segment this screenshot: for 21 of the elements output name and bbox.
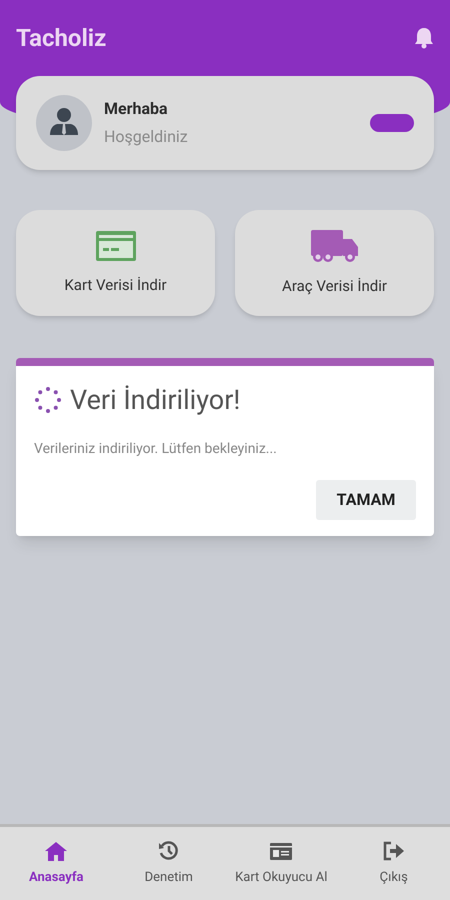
home-icon (44, 840, 68, 862)
nav-tab[interactable]: Anasayfa (0, 840, 112, 888)
status-pill (370, 114, 414, 132)
dialog-title: Veri İndiriliyor! (70, 383, 240, 418)
ok-button[interactable]: TAMAM (316, 480, 416, 520)
greeting-text: Merhaba (104, 98, 169, 120)
dialog-message: Verileriniz indiriliyor. Lütfen bekleyiniz... (34, 440, 278, 458)
truck-icon (310, 228, 360, 263)
spinner-icon (34, 386, 62, 414)
history-icon (156, 840, 181, 862)
logout-icon (382, 840, 406, 862)
download-button[interactable]: Kart Verisi İndir (16, 210, 215, 316)
nav-tab[interactable]: Kart Okuyucu Al (225, 840, 338, 888)
avatar-icon (36, 95, 92, 151)
welcome-text: Hoşgeldiniz (104, 126, 188, 148)
app-title: Tacholiz (16, 23, 106, 54)
download-button[interactable]: Araç Verisi İndir (235, 210, 434, 316)
credit-card-icon (94, 230, 136, 262)
nav-tab[interactable]: Çıkış (338, 840, 450, 888)
nav-tab[interactable]: Denetim (112, 840, 225, 888)
bell-icon[interactable] (414, 27, 434, 49)
